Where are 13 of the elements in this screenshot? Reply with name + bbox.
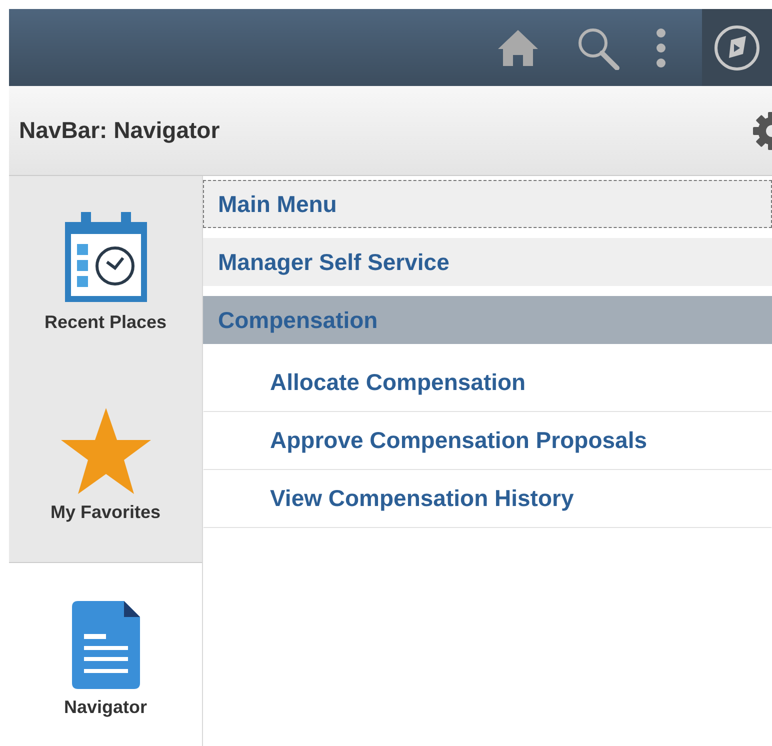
calendar-clock-icon (62, 212, 148, 304)
compass-icon (713, 24, 761, 72)
menu-item[interactable]: Manager Self Service (203, 238, 772, 286)
sidebar-item[interactable]: My Favorites (9, 369, 202, 562)
navbar-button[interactable] (702, 9, 772, 86)
sidebar-item[interactable]: Recent Places (9, 176, 202, 369)
document-icon (72, 601, 140, 689)
more-icon[interactable] (656, 28, 666, 68)
page-title: NavBar: Navigator (19, 117, 220, 144)
home-icon[interactable] (496, 28, 540, 68)
search-icon[interactable] (576, 26, 620, 70)
menu-item[interactable]: Main Menu (203, 180, 772, 228)
star-icon (60, 408, 150, 494)
